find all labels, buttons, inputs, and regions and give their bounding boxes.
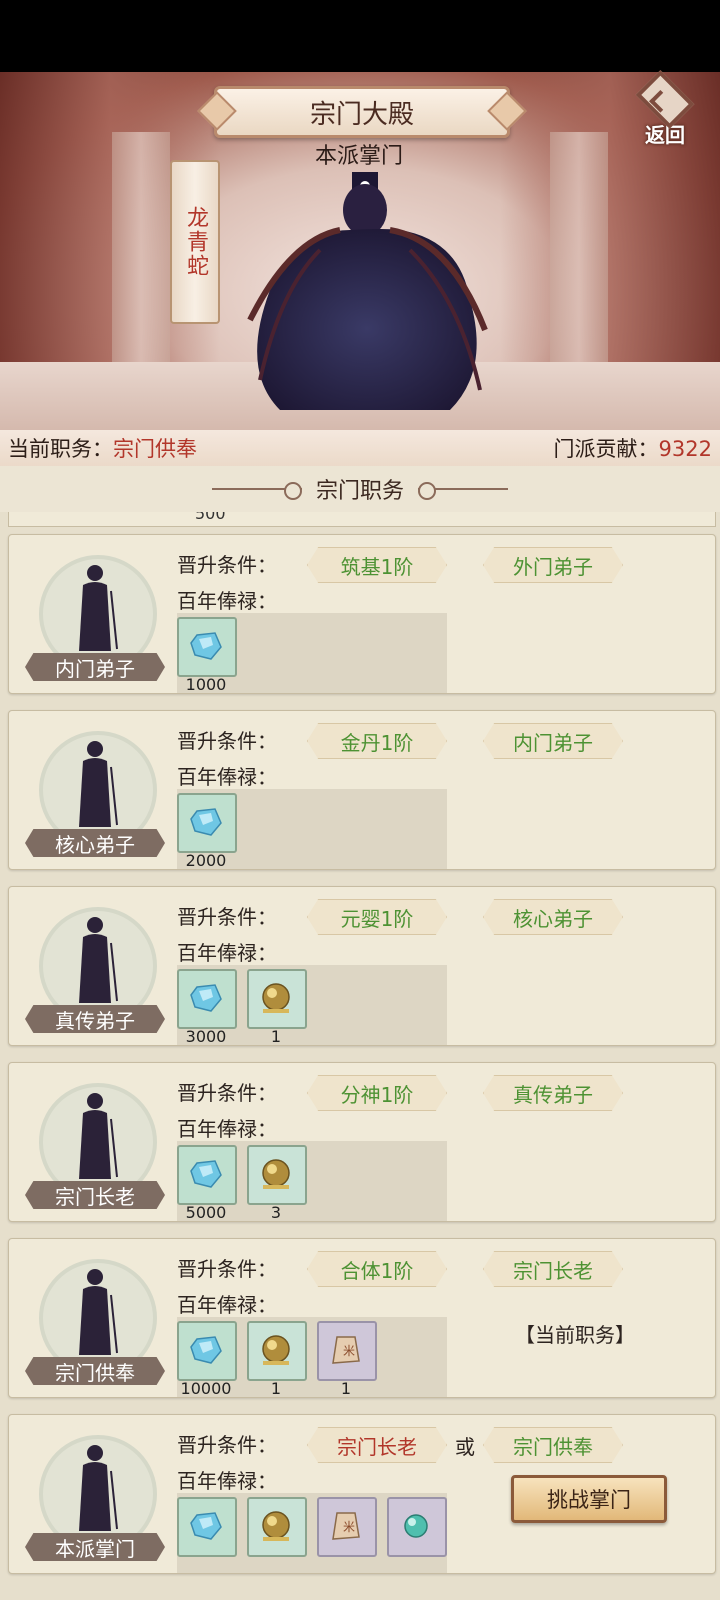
rank-portrait: 宗门供奉 (19, 1251, 171, 1385)
reward-item[interactable] (247, 1321, 307, 1381)
reward-item[interactable] (247, 1145, 307, 1205)
promotion-condition-label: 晋升条件： (177, 1081, 277, 1105)
reward-item[interactable] (387, 1497, 447, 1557)
svg-text:米: 米 (343, 1520, 355, 1534)
rank-name-plate: 核心弟子 (25, 829, 165, 857)
challenge-leader-button[interactable]: 挑战掌门 (511, 1475, 667, 1523)
reward-item[interactable] (177, 793, 237, 853)
rank-name-plate: 宗门供奉 (25, 1357, 165, 1385)
reward-qty: 10000 (180, 1379, 232, 1398)
reward-qty: 1 (270, 1379, 282, 1398)
back-button[interactable]: 返回 (634, 70, 696, 148)
salary-label: 百年俸禄： (177, 589, 277, 613)
pillar (112, 132, 170, 392)
current-position-label: 当前职务： (8, 437, 113, 461)
promotion-condition-label: 晋升条件： (177, 1433, 277, 1457)
requirement-tag: 宗门供奉 (483, 1427, 623, 1463)
reward-qty: 1 (340, 1379, 352, 1398)
promotion-condition-label: 晋升条件： (177, 905, 277, 929)
requirement-tag: 金丹1阶 (307, 723, 447, 759)
requirement-tag: 外门弟子 (483, 547, 623, 583)
requirement-tag: 合体1阶 (307, 1251, 447, 1287)
reward-item[interactable] (177, 1321, 237, 1381)
section-header: 宗门职务 (0, 466, 720, 512)
leader-silhouette[interactable] (230, 170, 500, 430)
rank-name: 真传弟子 (55, 1008, 135, 1033)
rank-name: 宗门长老 (55, 1184, 135, 1209)
rank-name-plate: 本派掌门 (25, 1533, 165, 1561)
rank-name: 宗门供奉 (55, 1360, 135, 1385)
salary-label: 百年俸禄： (177, 941, 277, 965)
section-title: 宗门职务 (315, 479, 404, 504)
rank-name-plate: 宗门长老 (25, 1181, 165, 1209)
rank-card[interactable]: 真传弟子 晋升条件： 百年俸禄： 元婴1阶 核心弟子 3000 1 (8, 886, 716, 1046)
reward-item[interactable] (177, 617, 237, 677)
requirement-tag: 筑基1阶 (307, 547, 447, 583)
reward-qty: 3 (270, 1203, 282, 1222)
reward-item[interactable]: 米 (317, 1497, 377, 1557)
reward-qty: 3000 (185, 1027, 227, 1046)
contribution-label: 门派贡献： (553, 437, 659, 461)
leader-title: 本派掌门 (314, 144, 403, 169)
rank-portrait: 本派掌门 (19, 1427, 171, 1561)
ornament-left-icon (211, 482, 302, 500)
reward-item[interactable] (177, 969, 237, 1029)
rank-card[interactable]: 本派掌门 晋升条件： 百年俸禄： 宗门长老或宗门供奉米 挑战掌门 (8, 1414, 716, 1574)
rank-name-plate: 内门弟子 (25, 653, 165, 681)
rank-portrait: 核心弟子 (19, 723, 171, 857)
requirement-tag: 宗门长老 (307, 1427, 447, 1463)
reward-item[interactable] (247, 969, 307, 1029)
leader-name: 龙青蛇 (183, 206, 208, 278)
rank-portrait: 内门弟子 (19, 547, 171, 681)
reward-qty: 2000 (185, 851, 227, 870)
reward-item[interactable] (247, 1497, 307, 1557)
salary-label: 百年俸禄： (177, 765, 277, 789)
hall-title-plate: 宗门大殿 (214, 86, 510, 138)
reward-item[interactable] (177, 1497, 237, 1557)
current-position-tag: 【当前职务】 (515, 1323, 635, 1347)
rank-list[interactable]: 500 内门弟子 晋升条件： 百年俸禄： 筑基1阶 外门弟子 1000 核心弟子 晋升条件：百… (0, 512, 720, 1600)
requirement-tag: 核心弟子 (483, 899, 623, 935)
salary-label: 百年俸禄： (177, 1117, 277, 1141)
promotion-condition-label: 晋升条件： (177, 1257, 277, 1281)
hall-title: 宗门大殿 (309, 99, 414, 130)
requirement-tag: 宗门长老 (483, 1251, 623, 1287)
svg-text:米: 米 (343, 1344, 355, 1358)
rank-name: 核心弟子 (55, 832, 135, 857)
requirement-tag: 内门弟子 (483, 723, 623, 759)
rank-portrait: 宗门长老 (19, 1075, 171, 1209)
reward-qty: 5000 (185, 1203, 227, 1222)
rank-card[interactable]: 宗门长老 晋升条件： 百年俸禄： 分神1阶 真传弟子 5000 3 (8, 1062, 716, 1222)
reward-item[interactable] (177, 1145, 237, 1205)
requirement-tag: 元婴1阶 (307, 899, 447, 935)
salary-label: 百年俸禄： (177, 1469, 277, 1493)
requirement-tag: 真传弟子 (483, 1075, 623, 1111)
rank-name: 本派掌门 (55, 1536, 135, 1561)
reward-qty: 500 (195, 512, 226, 523)
ornament-right-icon (418, 482, 508, 500)
rank-name-plate: 真传弟子 (25, 1005, 165, 1033)
rank-card[interactable]: 宗门供奉 晋升条件： 百年俸禄： 合体1阶 宗门长老 10000 1 米 1 【当前职务】 (8, 1238, 716, 1398)
reward-item[interactable]: 米 (317, 1321, 377, 1381)
rank-card[interactable]: 核心弟子 晋升条件： 百年俸禄： 金丹1阶 内门弟子 2000 (8, 710, 716, 870)
promotion-condition-label: 晋升条件： (177, 553, 277, 577)
sect-contribution: 门派贡献：9322 (554, 433, 712, 463)
rank-name: 内门弟子 (55, 656, 135, 681)
contribution-value: 9322 (658, 437, 712, 461)
salary-label: 百年俸禄： (177, 1293, 277, 1317)
rank-card[interactable]: 内门弟子 晋升条件： 百年俸禄： 筑基1阶 外门弟子 1000 (8, 534, 716, 694)
status-bar: 当前职务：宗门供奉 门派贡献：9322 (0, 430, 720, 466)
rank-portrait: 真传弟子 (19, 899, 171, 1033)
requirement-tag: 分神1阶 (307, 1075, 447, 1111)
reward-qty: 1000 (185, 675, 227, 694)
promotion-condition-label: 晋升条件： (177, 729, 277, 753)
reward-qty: 1 (270, 1027, 282, 1046)
current-position: 当前职务：宗门供奉 (8, 433, 197, 463)
or-label: 或 (455, 1435, 475, 1459)
pillar (550, 132, 608, 392)
status-bar-top (0, 0, 720, 72)
rank-card-previous: 500 (8, 512, 716, 527)
leader-name-scroll: 龙青蛇 (170, 160, 220, 324)
current-position-value: 宗门供奉 (113, 437, 197, 461)
